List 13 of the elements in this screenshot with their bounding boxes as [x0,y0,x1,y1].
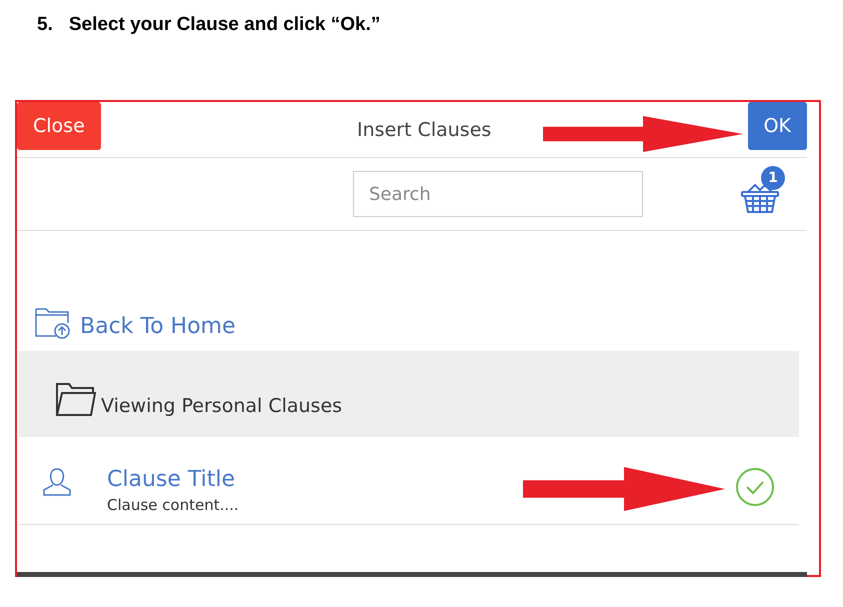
close-button[interactable]: Close [17,102,101,150]
clause-content: Clause content.... [107,496,239,514]
step-number: 5. [37,14,53,36]
back-link[interactable]: Back To Home [80,314,236,339]
folder-icon [55,381,97,417]
user-icon [41,467,73,497]
search-field[interactable]: Search [353,171,643,217]
instruction-text: Select your Clause and click “Ok.” [68,14,380,36]
ok-button[interactable]: OK [748,102,807,150]
dialog-title: Insert Clauses [357,118,492,140]
clause-title: Clause Title [107,467,236,492]
folder-label: Viewing Personal Clauses [101,395,342,417]
count-badge: 1 [761,166,785,190]
